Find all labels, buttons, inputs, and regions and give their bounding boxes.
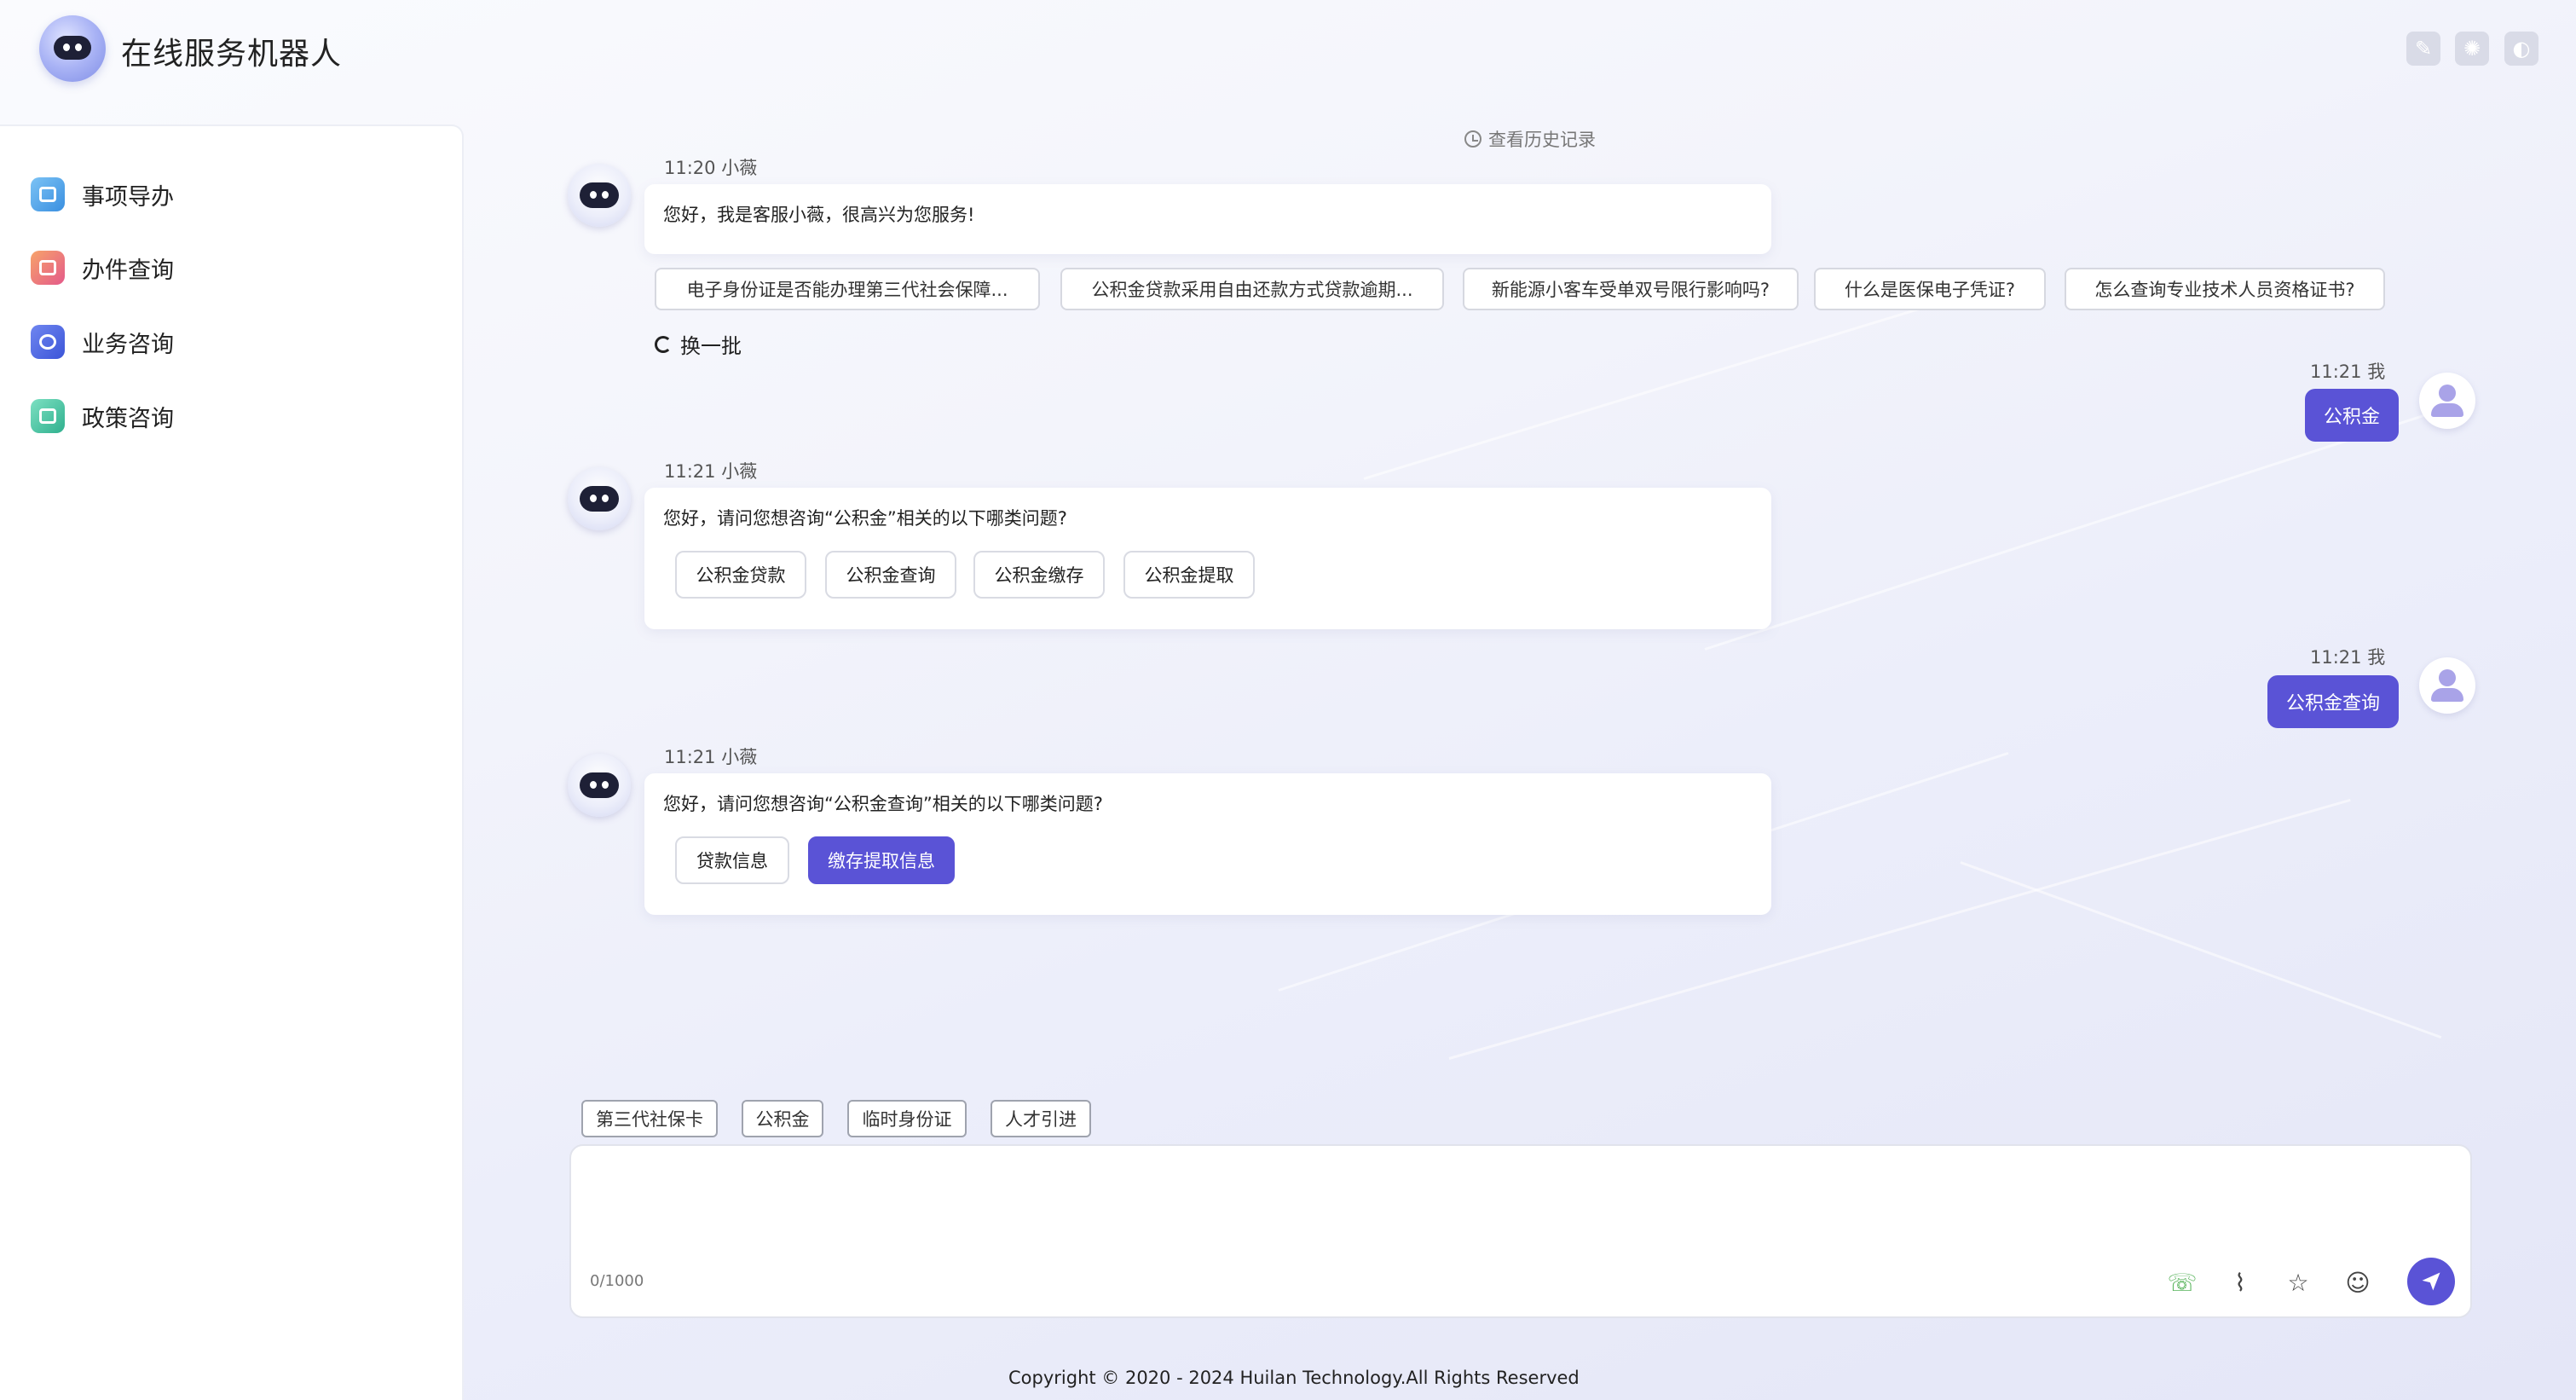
quick-tag[interactable]: 公积金 xyxy=(742,1100,823,1137)
message-sender: 我 xyxy=(2367,647,2386,668)
history-link[interactable]: 查看历史记录 xyxy=(1464,126,1596,152)
chat-icon xyxy=(31,325,65,359)
suggestion-chip[interactable]: 公积金贷款采用自由还款方式贷款逾期... xyxy=(1060,268,1444,310)
option-button[interactable]: 公积金缴存 xyxy=(973,551,1105,599)
bot-message-bubble: 您好，请问您想咨询“公积金查询”相关的以下哪类问题? 贷款信息 缴存提取信息 xyxy=(644,773,1771,915)
suggestion-chip[interactable]: 怎么查询专业技术人员资格证书? xyxy=(2065,268,2385,310)
sidebar-item-label: 办件查询 xyxy=(82,257,174,284)
sidebar-item-business-consult[interactable]: 业务咨询 xyxy=(31,316,440,367)
message-meta: 11:21 我 xyxy=(2310,644,2385,669)
refresh-label: 换一批 xyxy=(680,334,742,358)
theme-icon[interactable]: ◐ xyxy=(2504,32,2538,66)
message-time: 11:21 xyxy=(664,461,716,482)
message-sender: 小薇 xyxy=(721,747,758,767)
message-time: 11:21 xyxy=(664,747,716,767)
message-time: 11:21 xyxy=(2310,647,2362,668)
message-time: 11:21 xyxy=(2310,362,2362,382)
message-meta: 11:20 小薇 xyxy=(664,154,757,180)
phone-icon[interactable]: ☏ xyxy=(2165,1265,2199,1299)
sidebar-item-label: 业务咨询 xyxy=(82,331,174,358)
sidebar-item-policy-consult[interactable]: 政策咨询 xyxy=(31,390,440,442)
bot-message-bubble: 您好，我是客服小薇，很高兴为您服务! xyxy=(644,184,1771,254)
message-input-box: 0/1000 ☏ ⌇ ☆ ☺ xyxy=(569,1144,2472,1318)
user-message-bubble: 公积金 xyxy=(2305,389,2399,442)
quick-tag[interactable]: 第三代社保卡 xyxy=(581,1100,718,1137)
bot-avatar xyxy=(568,467,631,530)
edit-icon[interactable]: ✎ xyxy=(2406,32,2440,66)
message-sender: 我 xyxy=(2367,362,2386,382)
message-meta: 11:21 小薇 xyxy=(664,458,757,483)
footer-copyright: Copyright © 2020 - 2024 Huilan Technolog… xyxy=(1008,1368,1580,1388)
message-sender: 小薇 xyxy=(721,461,758,482)
message-input[interactable] xyxy=(590,1161,2448,1255)
suggestion-chip[interactable]: 电子身份证是否能办理第三代社会保障... xyxy=(655,268,1040,310)
message-meta: 11:21 我 xyxy=(2310,358,2385,384)
user-avatar xyxy=(2419,373,2475,429)
message-sender: 小薇 xyxy=(721,158,758,178)
paperclip-icon[interactable]: ⌇ xyxy=(2223,1265,2257,1299)
suggestion-chip[interactable]: 新能源小客车受单双号限行影响吗? xyxy=(1463,268,1799,310)
message-text: 您好，我是客服小薇，很高兴为您服务! xyxy=(663,205,975,225)
option-button[interactable]: 公积金查询 xyxy=(825,551,956,599)
message-text: 您好，请问您想咨询“公积金”相关的以下哪类问题? xyxy=(663,508,1067,529)
refresh-icon xyxy=(655,335,672,353)
option-button-selected[interactable]: 缴存提取信息 xyxy=(808,836,955,884)
sidebar-item-label: 政策咨询 xyxy=(82,405,174,432)
option-button[interactable]: 公积金贷款 xyxy=(675,551,806,599)
history-label: 查看历史记录 xyxy=(1488,130,1596,150)
document-search-icon xyxy=(31,251,65,285)
message-time: 11:20 xyxy=(664,158,716,178)
emoji-icon[interactable]: ☺ xyxy=(2341,1265,2375,1299)
bot-avatar xyxy=(568,754,631,817)
policy-icon xyxy=(31,399,65,433)
app-header: 在线服务机器人 ✎ ✺ ◐ xyxy=(0,0,2576,101)
robot-logo xyxy=(39,15,106,82)
sidebar-item-label: 事项导办 xyxy=(82,183,174,211)
sidebar: 事项导办 办件查询 业务咨询 政策咨询 xyxy=(0,124,464,1400)
bot-avatar xyxy=(568,164,631,227)
quick-tag[interactable]: 人才引进 xyxy=(991,1100,1091,1137)
history-icon xyxy=(1464,130,1481,148)
bot-message-bubble: 您好，请问您想咨询“公积金”相关的以下哪类问题? 公积金贷款 公积金查询 公积金… xyxy=(644,488,1771,629)
star-icon[interactable]: ☆ xyxy=(2281,1265,2315,1299)
suggestion-chip[interactable]: 什么是医保电子凭证? xyxy=(1814,268,2046,310)
app-title: 在线服务机器人 xyxy=(121,37,343,72)
settings-icon[interactable]: ✺ xyxy=(2455,32,2489,66)
user-avatar xyxy=(2419,657,2475,714)
refresh-button[interactable]: 换一批 xyxy=(655,329,742,359)
user-message-bubble: 公积金查询 xyxy=(2267,675,2399,728)
option-button[interactable]: 公积金提取 xyxy=(1123,551,1255,599)
quick-tag[interactable]: 临时身份证 xyxy=(847,1100,967,1137)
message-meta: 11:21 小薇 xyxy=(664,743,757,769)
option-button[interactable]: 贷款信息 xyxy=(675,836,789,884)
sidebar-item-guide[interactable]: 事项导办 xyxy=(31,169,440,220)
send-icon xyxy=(2422,1272,2440,1291)
guide-icon xyxy=(31,177,65,211)
send-button[interactable] xyxy=(2407,1258,2455,1305)
char-counter: 0/1000 xyxy=(590,1272,644,1290)
message-text: 您好，请问您想咨询“公积金查询”相关的以下哪类问题? xyxy=(663,794,1103,814)
sidebar-item-case-query[interactable]: 办件查询 xyxy=(31,242,440,293)
